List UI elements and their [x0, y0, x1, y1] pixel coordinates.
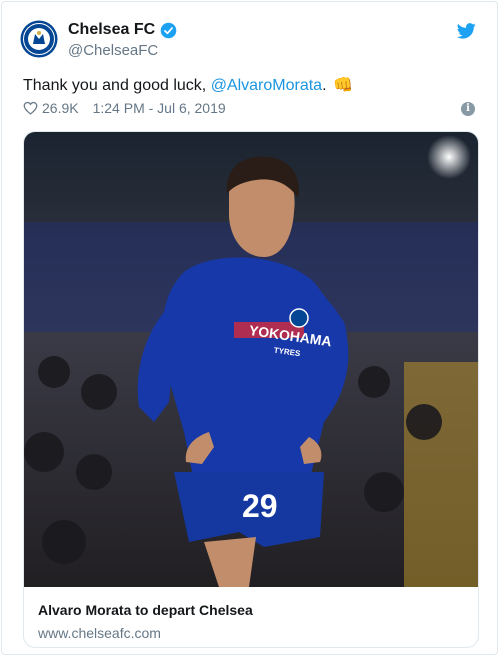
author-handle[interactable]: @ChelseaFC — [68, 42, 177, 59]
image-player-number: 29 — [242, 488, 278, 524]
verified-badge-icon — [160, 22, 177, 38]
info-icon[interactable]: i — [461, 102, 475, 116]
card-image-player-photo[interactable]: YOKOHAMA TYRES 29 — [24, 132, 478, 587]
mention-link[interactable]: @AlvaroMorata — [211, 77, 322, 94]
twitter-bird-icon[interactable] — [457, 23, 476, 39]
tweet-text: Thank you and good luck, @AlvaroMorata. … — [23, 75, 353, 95]
card-domain[interactable]: www.chelseafc.com — [38, 625, 161, 641]
tweet-text-end: . — [322, 77, 327, 94]
card-title[interactable]: Alvaro Morata to depart Chelsea — [38, 602, 253, 618]
tweet-embed: Chelsea FC @ChelseaFC Thank you and good… — [1, 1, 498, 655]
link-card[interactable]: YOKOHAMA TYRES 29 Alvaro Morata to depar… — [23, 131, 479, 648]
fist-emoji: 👊 — [332, 77, 353, 94]
tweet-text-body: Thank you and good luck, — [23, 77, 211, 94]
author-block[interactable]: Chelsea FC @ChelseaFC — [68, 21, 177, 59]
heart-icon[interactable] — [23, 101, 38, 115]
like-count[interactable]: 26.9K — [42, 100, 79, 116]
club-crest-avatar[interactable] — [20, 20, 58, 58]
tweet-meta: 26.9K 1:24 PM - Jul 6, 2019 — [23, 100, 226, 116]
author-display-name[interactable]: Chelsea FC — [68, 21, 155, 39]
author-name[interactable]: Chelsea FC — [68, 21, 177, 39]
tweet-timestamp[interactable]: 1:24 PM - Jul 6, 2019 — [93, 100, 226, 116]
